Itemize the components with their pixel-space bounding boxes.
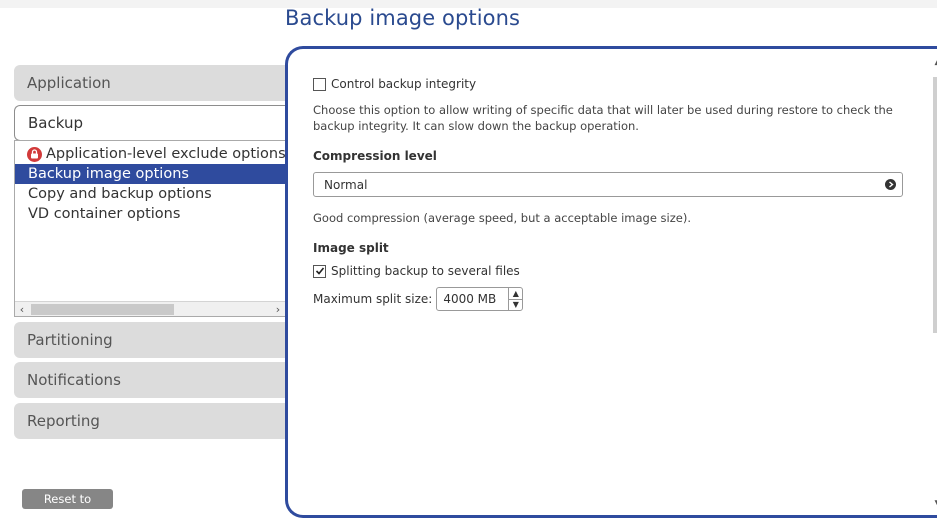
image-split-title: Image split (313, 241, 389, 255)
chevron-down-icon[interactable]: ▼ (509, 300, 522, 311)
integrity-checkbox[interactable] (313, 77, 326, 91)
subnav-item-label: Application-level exclude options (46, 146, 285, 162)
options-panel: Control backup integrity Choose this opt… (285, 46, 937, 518)
subnav-item-application-exclude[interactable]: Application-level exclude options (15, 144, 285, 164)
chevron-right-circle-icon (885, 179, 896, 190)
nav-section-notifications[interactable]: Notifications (14, 362, 300, 398)
compression-level-value: Normal (324, 177, 368, 192)
scrollbar-thumb[interactable] (933, 77, 937, 333)
integrity-description: Choose this option to allow writing of s… (313, 103, 893, 133)
lock-icon (27, 146, 42, 162)
options-content: Control backup integrity Choose this opt… (313, 77, 903, 311)
nav-section-partitioning[interactable]: Partitioning (14, 322, 300, 358)
max-split-label: Maximum split size: (313, 292, 433, 306)
nav-section-label: Reporting (27, 412, 100, 430)
vertical-scrollbar[interactable]: ▲ ▼ (931, 55, 937, 511)
scroll-down-icon[interactable]: ▼ (931, 497, 937, 511)
compression-level-title: Compression level (313, 149, 437, 163)
integrity-label: Control backup integrity (331, 77, 477, 91)
max-split-size-stepper[interactable]: 4000 MB ▲ ▼ (436, 287, 524, 311)
nav-section-application[interactable]: Application (14, 65, 300, 101)
control-integrity-option[interactable]: Control backup integrity (313, 77, 903, 91)
subnav-item-label: Copy and backup options (28, 186, 212, 202)
max-split-value: 4000 MB (443, 292, 497, 306)
nav-section-reporting[interactable]: Reporting (14, 403, 300, 439)
compression-level-select[interactable]: Normal (313, 172, 903, 197)
subnav-item-label: VD container options (28, 206, 181, 222)
backup-subnav-list: Application-level exclude options Backup… (14, 140, 286, 317)
nav-section-label: Application (27, 74, 111, 92)
split-checkbox[interactable] (313, 264, 326, 278)
nav-section-backup[interactable]: Backup (14, 105, 300, 141)
scroll-right-icon[interactable]: › (271, 303, 285, 316)
subnav-item-vd-container-options[interactable]: VD container options (15, 204, 285, 224)
chevron-up-icon[interactable]: ▲ (509, 288, 523, 300)
nav-section-label: Backup (28, 114, 83, 132)
sidebar: Application Backup Application-level exc… (0, 0, 300, 518)
subnav-item-backup-image-options[interactable]: Backup image options (15, 164, 285, 184)
scrollbar-thumb[interactable] (31, 303, 174, 315)
horizontal-scrollbar[interactable]: ‹ › (15, 301, 285, 316)
split-label: Splitting backup to several files (331, 264, 520, 278)
split-backup-option[interactable]: Splitting backup to several files (313, 264, 903, 278)
compression-description: Good compression (average speed, but a a… (313, 211, 692, 225)
subnav-item-label: Backup image options (28, 166, 189, 182)
nav-section-label: Notifications (27, 371, 121, 389)
max-split-size-row: Maximum split size: 4000 MB ▲ ▼ (313, 287, 903, 311)
scroll-up-icon[interactable]: ▲ (931, 55, 937, 69)
nav-section-label: Partitioning (27, 331, 113, 349)
subnav-item-copy-backup-options[interactable]: Copy and backup options (15, 184, 285, 204)
page-title: Backup image options (285, 6, 521, 30)
stepper-buttons: ▲ ▼ (508, 288, 523, 311)
scroll-left-icon[interactable]: ‹ (15, 303, 29, 316)
reset-to-default-button[interactable]: Reset to default (22, 489, 113, 518)
